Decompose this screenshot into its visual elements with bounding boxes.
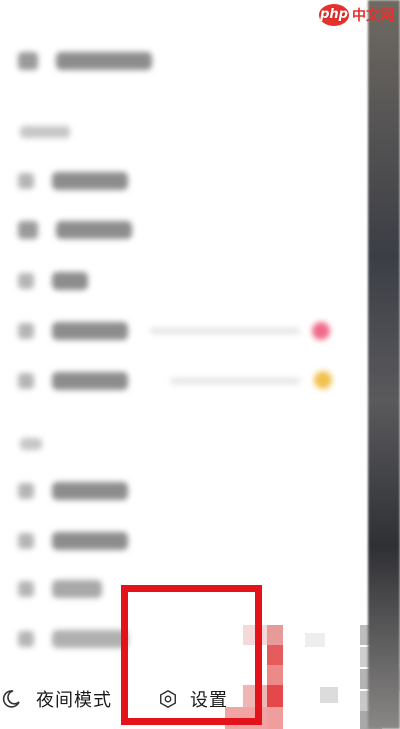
notification-badge	[314, 371, 332, 389]
menu-item-text-blurred	[56, 221, 132, 239]
night-mode-label: 夜间模式	[36, 690, 112, 711]
menu-item-text-blurred	[52, 272, 88, 290]
menu-item-text-blurred	[52, 322, 128, 340]
menu-item-text-blurred	[52, 372, 128, 390]
menu-item-text-blurred	[52, 172, 128, 190]
menu-item[interactable]	[18, 172, 128, 190]
menu-item-icon	[18, 273, 34, 289]
notification-badge	[312, 322, 330, 340]
menu-item[interactable]	[18, 272, 88, 290]
menu-item-icon	[18, 373, 34, 389]
menu-item[interactable]	[18, 532, 128, 550]
menu-item[interactable]	[18, 372, 128, 390]
menu-item-icon	[18, 631, 34, 647]
menu-item[interactable]	[18, 482, 128, 500]
drawer-header[interactable]	[18, 52, 152, 70]
menu-item[interactable]	[18, 580, 102, 598]
side-drawer: 夜间模式 设置	[0, 0, 400, 729]
menu-item[interactable]	[18, 221, 132, 239]
menu-item-text-blurred	[52, 580, 102, 598]
menu-item[interactable]	[18, 630, 128, 648]
menu-item-text-blurred	[52, 532, 128, 550]
dimmed-background	[368, 0, 400, 729]
highlight-annotation-box	[121, 585, 262, 725]
moon-icon	[2, 690, 20, 708]
menu-item-detail-blurred	[150, 328, 300, 334]
menu-item-icon	[18, 483, 34, 499]
watermark-site-name: 中文网	[352, 8, 394, 24]
menu-item-text-blurred	[52, 482, 128, 500]
header-text-blurred	[56, 52, 152, 70]
header-icon	[18, 52, 38, 70]
night-mode-button[interactable]: 夜间模式	[0, 684, 112, 714]
menu-item-icon	[18, 533, 34, 549]
menu-item[interactable]	[18, 322, 128, 340]
section-label-blurred	[20, 438, 42, 450]
menu-item-text-blurred	[52, 630, 128, 648]
section-label-blurred	[20, 126, 70, 138]
site-watermark: php 中文网	[319, 4, 394, 26]
menu-item-icon	[18, 173, 34, 189]
menu-item-detail-blurred	[170, 378, 300, 384]
menu-item-icon	[18, 323, 34, 339]
menu-item-icon	[18, 221, 38, 239]
watermark-badge: php	[319, 4, 349, 26]
menu-item-icon	[18, 581, 34, 597]
